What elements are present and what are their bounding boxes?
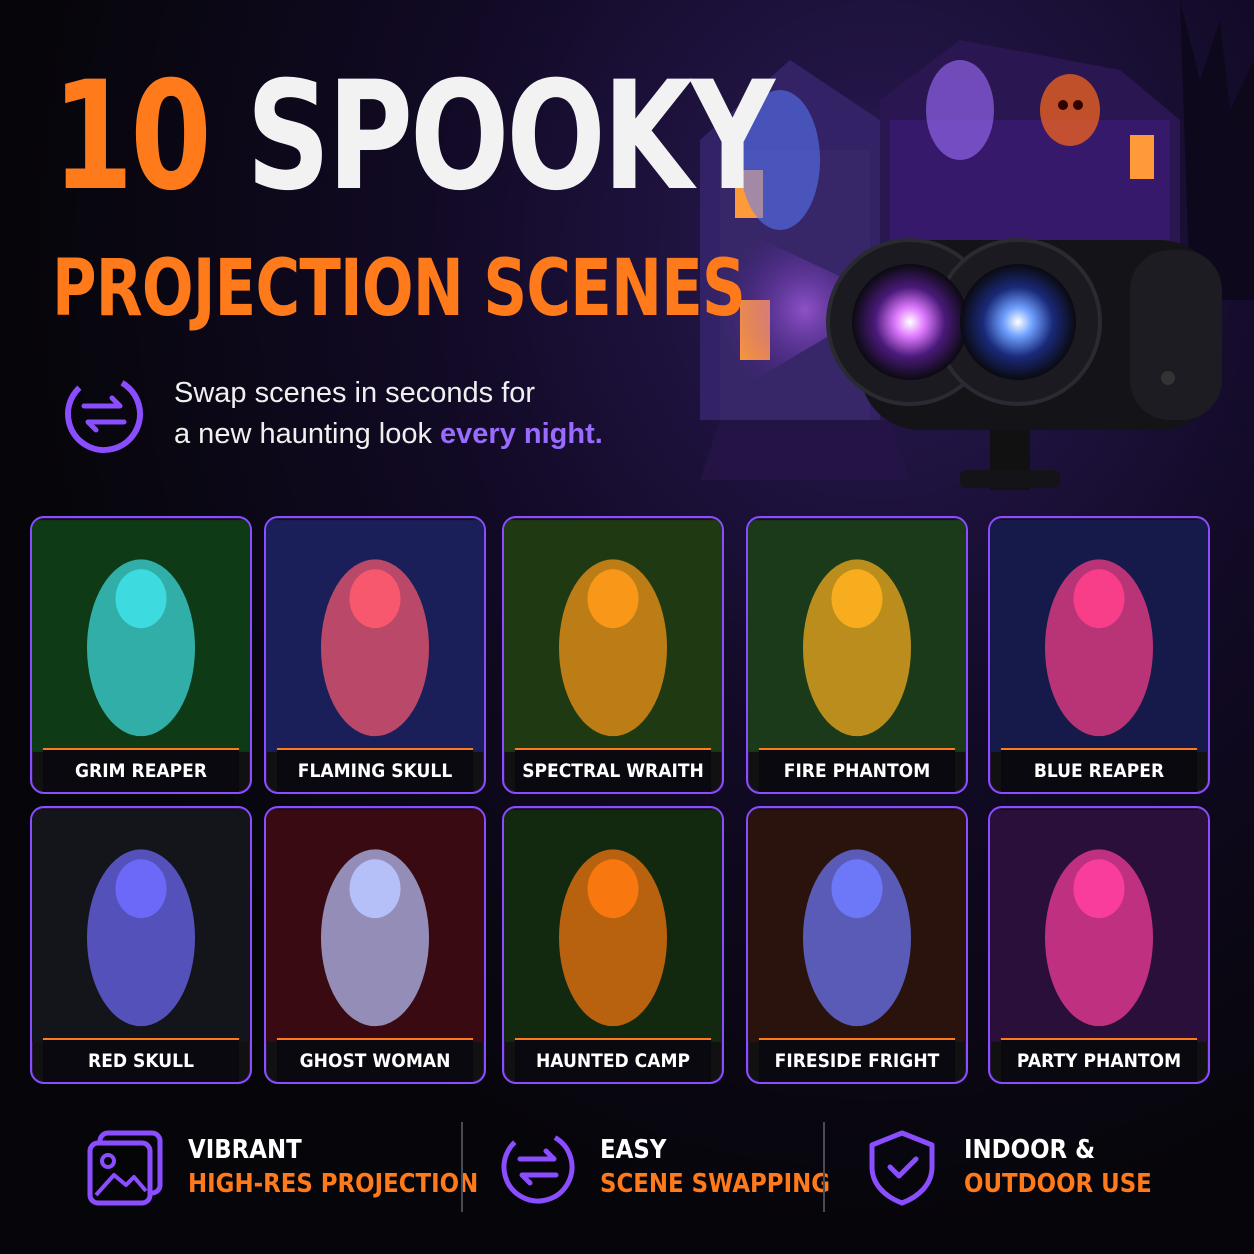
scene-7-image (504, 810, 722, 1042)
swap-text: Swap scenes in seconds for a new hauntin… (174, 373, 603, 455)
scene-4-image (990, 520, 1208, 752)
scene-card: FIRE PHANTOM (746, 516, 968, 794)
scene-label: RED SKULL (42, 1038, 240, 1082)
scene-card: SPECTRAL WRAITH (502, 516, 724, 794)
headline-word: SPOOKY (246, 50, 775, 224)
scene-card: RED SKULL (30, 806, 252, 1084)
scene-card: BLUE REAPER (988, 516, 1210, 794)
headline-line-1: 10 SPOOKY (52, 62, 775, 212)
scene-3-image (748, 520, 966, 752)
shield-check-icon (869, 1130, 935, 1206)
swap-arrows-icon (65, 375, 143, 453)
feature-swapping: EASY SCENE SWAPPING (498, 1112, 861, 1222)
swap-callout: Swap scenes in seconds for a new hauntin… (62, 372, 603, 456)
scene-label: GHOST WOMAN (276, 1038, 474, 1082)
headline-number: 10 (52, 50, 212, 224)
feature-line-2: SCENE SWAPPING (600, 1169, 831, 1199)
feature-line-2: HIGH-RES PROJECTION (188, 1169, 479, 1199)
swap-arrows-icon (501, 1130, 575, 1204)
scene-0-image (32, 520, 250, 752)
scene-label: BLUE REAPER (1000, 748, 1198, 792)
page: 10 SPOOKY PROJECTION SCENES Swap scenes … (0, 0, 1254, 1254)
feature-hi-res: VIBRANT HIGH-RES PROJECTION (86, 1112, 518, 1222)
scene-card: FIRESIDE FRIGHT (746, 806, 968, 1084)
scene-card: PARTY PHANTOM (988, 806, 1210, 1084)
scene-card: GRIM REAPER (30, 516, 252, 794)
feature-text: VIBRANT HIGH-RES PROJECTION (188, 1133, 478, 1201)
swap-line-2: a new haunting look every night. (174, 414, 603, 455)
image-gallery-icon (87, 1130, 163, 1206)
scene-label: FIRESIDE FRIGHT (758, 1038, 956, 1082)
scene-label: FIRE PHANTOM (758, 748, 956, 792)
feature-line-2: OUTDOOR USE (964, 1169, 1152, 1199)
feature-line-1: VIBRANT (188, 1135, 302, 1165)
divider (461, 1122, 463, 1212)
headline: 10 SPOOKY PROJECTION SCENES (52, 62, 975, 328)
swap-line-1: Swap scenes in seconds for (174, 377, 536, 409)
scene-label: PARTY PHANTOM (1000, 1038, 1198, 1082)
feature-line-1: INDOOR & (964, 1135, 1096, 1165)
scene-label: SPECTRAL WRAITH (514, 748, 712, 792)
divider (823, 1122, 825, 1212)
scene-1-image (266, 520, 484, 752)
scene-label: HAUNTED CAMP (514, 1038, 712, 1082)
swap-line-2-prefix: a new haunting look (174, 418, 441, 450)
headline-line-2: PROJECTION SCENES (52, 244, 746, 334)
scene-8-image (748, 810, 966, 1042)
scene-card: GHOST WOMAN (264, 806, 486, 1084)
feature-indoor-outdoor: INDOOR & OUTDOOR USE (862, 1112, 1177, 1222)
scene-6-image (266, 810, 484, 1042)
features-bar: VIBRANT HIGH-RES PROJECTION EASY SCENE S… (0, 1112, 1254, 1222)
feature-text: EASY SCENE SWAPPING (600, 1133, 830, 1201)
feature-text: INDOOR & OUTDOOR USE (964, 1133, 1152, 1201)
swap-line-2-accent: every night. (440, 418, 603, 450)
feature-line-1: EASY (600, 1135, 667, 1165)
scene-card: HAUNTED CAMP (502, 806, 724, 1084)
scene-5-image (32, 810, 250, 1042)
scene-label: FLAMING SKULL (276, 748, 474, 792)
scene-2-image (504, 520, 722, 752)
scene-9-image (990, 810, 1208, 1042)
scene-label: GRIM REAPER (42, 748, 240, 792)
scene-card: FLAMING SKULL (264, 516, 486, 794)
